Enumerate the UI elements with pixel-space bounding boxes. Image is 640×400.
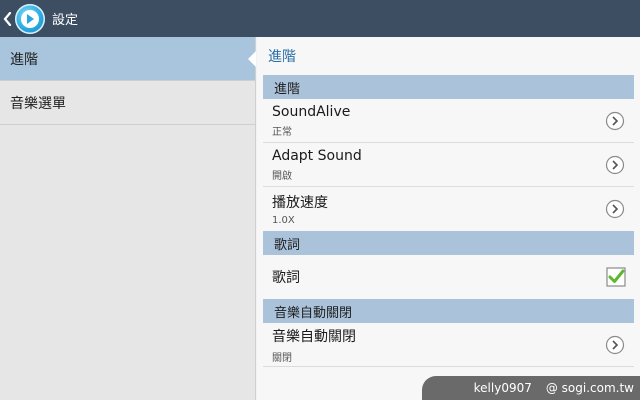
page-title: 設定 (52, 13, 79, 28)
section-header-lyrics: 歌詞 (263, 231, 634, 255)
sidebar-item-label: 音樂選單 (10, 95, 66, 112)
setting-value: 開啟 (272, 170, 292, 182)
checkbox-checked-icon[interactable] (606, 267, 626, 287)
watermark-user: kelly0907 (473, 381, 532, 395)
setting-label: 音樂自動關閉 (272, 328, 356, 345)
chevron-right-icon (605, 335, 625, 355)
setting-row-playback-speed[interactable]: 播放速度 1.0X (263, 187, 634, 231)
setting-label: SoundAlive (272, 103, 351, 120)
setting-label: 播放速度 (272, 195, 328, 211)
action-bar: 設定 (0, 0, 640, 37)
music-player-icon (15, 3, 45, 34)
sidebar-item-music-menu[interactable]: 音樂選單 (0, 81, 255, 125)
setting-row-adapt-sound[interactable]: Adapt Sound 開啟 (263, 143, 634, 187)
sidebar-item-label: 進階 (10, 51, 38, 68)
setting-row-music-auto-off[interactable]: 音樂自動關閉 關閉 (263, 323, 634, 367)
sidebar: 進階 音樂選單 (0, 37, 256, 400)
setting-value: 關閉 (272, 352, 292, 364)
setting-value: 正常 (272, 126, 292, 138)
section-header-advanced: 進階 (263, 75, 634, 99)
back-button[interactable] (0, 0, 14, 37)
chevron-right-icon (605, 155, 625, 175)
settings-panel: 進階 進階 SoundAlive 正常 Adapt Sound 開啟 播放速度 … (257, 37, 640, 400)
sidebar-item-advanced[interactable]: 進階 (0, 37, 256, 81)
setting-row-lyrics[interactable]: 歌詞 (263, 255, 634, 299)
setting-label: Adapt Sound (272, 147, 362, 164)
setting-value: 1.0X (272, 215, 295, 226)
setting-label: 歌詞 (272, 270, 300, 286)
back-arrow-icon (3, 11, 11, 26)
setting-row-soundalive[interactable]: SoundAlive 正常 (263, 99, 634, 143)
chevron-right-icon (605, 111, 625, 131)
chevron-right-icon (605, 199, 625, 219)
section-header-auto-off: 音樂自動關閉 (263, 299, 634, 323)
watermark-site: @ sogi.com.tw (545, 381, 634, 395)
panel-title: 進階 (268, 49, 296, 65)
watermark: kelly0907 @ sogi.com.tw (422, 376, 640, 400)
